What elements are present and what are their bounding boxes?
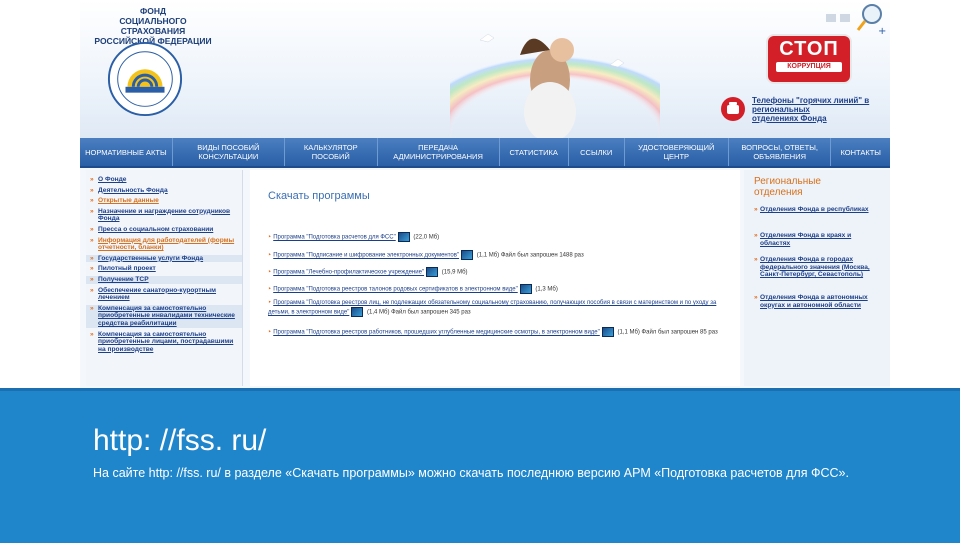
site-url-title: http: //fss. ru/	[93, 424, 267, 457]
left-menu-item[interactable]: О Фонде	[90, 176, 242, 184]
download-icon[interactable]	[461, 250, 474, 260]
download-item: ‣ Программа "Подготовка реестров талонов…	[268, 284, 728, 294]
left-menu-item[interactable]: Государственные услуги Фонда	[86, 254, 242, 263]
left-menu-item[interactable]: Назначение и награждение сотрудников Фон…	[90, 208, 242, 223]
main-content: Скачать программы ‣ Программа "Подготовк…	[250, 170, 740, 386]
download-icon[interactable]	[397, 232, 410, 242]
download-icon[interactable]	[601, 327, 614, 337]
page-title: Скачать программы	[268, 190, 370, 202]
nav-normative-acts[interactable]: НОРМАТИВНЫЕ АКТЫ	[80, 138, 173, 166]
regional-office-link[interactable]: Отделения Фонда в городах федерального з…	[754, 256, 880, 279]
left-menu-item[interactable]: Обеспечение санаторно-курортным лечением	[90, 287, 242, 302]
regional-office-link[interactable]: Отделения Фонда в республиках	[754, 206, 880, 214]
mail-icon	[840, 14, 850, 22]
regional-title-line-1: Региональные	[754, 176, 821, 187]
download-link[interactable]: Программа "Подготовка расчетов для ФСС"	[273, 235, 396, 241]
download-item: ‣ Программа "Подготовка реестров работни…	[268, 327, 728, 337]
download-item: ‣ Программа "Подготовка расчетов для ФСС…	[268, 232, 728, 242]
download-item: ‣ Программа "Подписание и шифрование эле…	[268, 250, 728, 260]
svg-text:+: +	[878, 26, 886, 36]
download-info: (1,4 Мб) Файл был запрошен 345 раз	[367, 309, 471, 316]
download-info: (15,9 Мб)	[441, 269, 468, 276]
download-icon[interactable]	[519, 284, 532, 294]
download-item: ‣ Программа "Подготовка реестров лиц, не…	[268, 300, 717, 317]
hotline-line-1: Телефоны "горячих линий" в	[752, 96, 870, 105]
hotline-line-2: региональных	[752, 105, 810, 114]
left-menu-item[interactable]: Компенсация за самостоятельно приобретен…	[90, 331, 242, 354]
nav-administration[interactable]: ПЕРЕДАЧА АДМИНИСТРИРОВАНИЯ	[378, 138, 500, 166]
regional-title-line-2: отделения	[754, 187, 803, 198]
download-link[interactable]: Программа "Подготовка реестров талонов р…	[273, 287, 518, 293]
left-menu-item[interactable]: Информация для работодателей (формы отче…	[90, 237, 242, 252]
hotline-text: Телефоны "горячих линий" в региональных …	[752, 96, 869, 123]
stop-subtitle: КОРРУПЦИЯ	[776, 62, 842, 72]
download-info: (1,1 Мб) Файл был запрошен 1488 раз	[476, 252, 584, 259]
nav-faq[interactable]: ВОПРОСЫ, ОТВЕТЫ, ОБЪЯВЛЕНИЯ	[729, 138, 832, 166]
nav-calculator[interactable]: КАЛЬКУЛЯТОР ПОСОБИЙ	[285, 138, 378, 166]
left-menu-item[interactable]: Открытые данные	[90, 197, 242, 205]
download-info: (1,1 Мб) Файл был запрошен 85 раз	[617, 329, 718, 336]
stop-title: СТОП	[779, 38, 839, 60]
regional-office-link[interactable]: Отделения Фонда в краях и областях	[754, 232, 880, 247]
hotline-link[interactable]: Телефоны "горячих линий" в региональных …	[720, 96, 890, 124]
download-link[interactable]: Программа "Подготовка реестров лиц, не п…	[268, 300, 716, 316]
download-link[interactable]: Программа "Подписание и шифрование элект…	[273, 253, 459, 259]
download-info: (22,0 Мб)	[413, 234, 440, 241]
nav-certification-center[interactable]: УДОСТОВЕРЯЮЩИЙ ЦЕНТР	[625, 138, 729, 166]
left-menu-item[interactable]: Получение ТСР	[86, 275, 242, 284]
website-screenshot: ФОНД СОЦИАЛЬНОГО СТРАХОВАНИЯ РОССИЙСКОЙ …	[80, 0, 890, 388]
regional-offices-panel: Региональные отделения Отделения Фонда в…	[744, 170, 890, 386]
hotline-line-3: отделениях Фонда	[752, 114, 827, 123]
download-link[interactable]: Программа "Лечебно-профилактическое учре…	[273, 270, 424, 276]
left-menu-item[interactable]: Компенсация за самостоятельно приобретен…	[86, 304, 242, 328]
main-navigation: НОРМАТИВНЫЕ АКТЫ ВИДЫ ПОСОБИЙ КОНСУЛЬТАЦ…	[80, 138, 890, 168]
phone-icon	[721, 97, 745, 121]
header-photo-image	[450, 20, 660, 138]
nav-benefits[interactable]: ВИДЫ ПОСОБИЙ КОНСУЛЬТАЦИИ	[173, 138, 285, 166]
left-menu-item[interactable]: Деятельность Фонда	[90, 187, 242, 195]
toolbar-icons: +	[826, 4, 886, 36]
search-icon	[862, 4, 882, 24]
fund-emblem-icon	[107, 41, 183, 117]
left-menu: О Фонде Деятельность Фонда Открытые данн…	[86, 170, 243, 386]
stop-corruption-banner[interactable]: СТОП КОРРУПЦИЯ	[768, 36, 850, 82]
download-item: ‣ Программа "Лечебно-профилактическое уч…	[268, 267, 728, 277]
site-description: На сайте http: //fss. ru/ в разделе «Ска…	[93, 466, 849, 480]
nav-statistics[interactable]: СТАТИСТИКА	[500, 138, 569, 166]
left-menu-item[interactable]: Пресса о социальном страховании	[90, 226, 242, 234]
home-icon	[826, 14, 836, 22]
site-header: ФОНД СОЦИАЛЬНОГО СТРАХОВАНИЯ РОССИЙСКОЙ …	[80, 0, 890, 138]
logo-line-1: ФОНД	[139, 6, 167, 16]
left-menu-item[interactable]: Пилотный проект	[90, 265, 242, 273]
download-info: (1,3 Мб)	[535, 286, 558, 293]
regional-offices-title: Региональные отделения	[754, 176, 821, 198]
regional-office-link[interactable]: Отделения Фонда в автономных округах и а…	[754, 294, 880, 309]
nav-contacts[interactable]: КОНТАКТЫ	[831, 138, 890, 166]
download-icon[interactable]	[351, 307, 364, 317]
download-link[interactable]: Программа "Подготовка реестров работнико…	[273, 330, 600, 336]
logo-line-2: СОЦИАЛЬНОГО СТРАХОВАНИЯ	[119, 16, 187, 36]
nav-links[interactable]: ССЫЛКИ	[569, 138, 625, 166]
download-icon[interactable]	[426, 267, 439, 277]
